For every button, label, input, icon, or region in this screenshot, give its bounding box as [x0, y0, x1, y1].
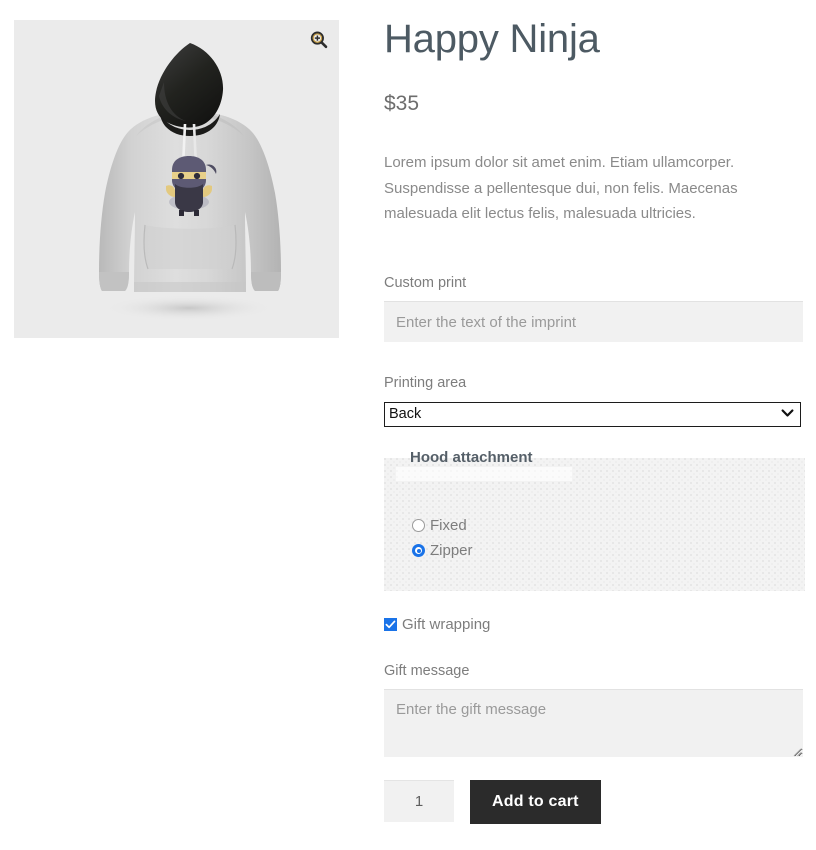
quantity-input[interactable] [384, 780, 454, 822]
hood-attachment-legend: Hood attachment [410, 448, 533, 466]
field-gift-message: Gift message [384, 662, 804, 757]
gift-message-label: Gift message [384, 662, 470, 679]
field-gift-wrapping[interactable]: Gift wrapping [384, 615, 804, 635]
custom-print-input[interactable] [384, 301, 803, 342]
chevron-down-icon [781, 403, 794, 426]
product-image[interactable] [14, 20, 339, 338]
custom-print-label: Custom print [384, 274, 467, 291]
field-printing-area: Printing area Back [384, 376, 804, 427]
radio-fixed-input[interactable] [412, 519, 425, 532]
legend-background-mask [396, 466, 572, 481]
gift-wrapping-checkbox[interactable] [384, 618, 397, 631]
product-price: $35 [384, 92, 420, 115]
product-summary: Happy Ninja $35 Lorem ipsum dolor sit am… [384, 0, 805, 824]
add-to-cart-form: Custom print Printing area Back [384, 227, 805, 824]
printing-area-label: Printing area [384, 375, 467, 391]
hood-attachment-radio-group: Fixed Zipper [384, 514, 805, 563]
cart-actions: Add to cart [384, 780, 804, 824]
gift-message-wrapper [384, 689, 803, 757]
product-page: Happy Ninja $35 Lorem ipsum dolor sit am… [0, 0, 816, 850]
product-gallery[interactable] [14, 20, 339, 338]
radio-fixed-label: Fixed [430, 517, 467, 534]
page-title: Happy Ninja [384, 17, 600, 61]
radio-zipper-label: Zipper [430, 542, 473, 559]
radio-zipper-input[interactable] [412, 544, 425, 557]
gift-message-textarea[interactable] [384, 689, 803, 757]
printing-area-selected-value: Back [389, 405, 422, 422]
zoom-in-magnifier-icon[interactable] [309, 30, 329, 50]
product-description: Lorem ipsum dolor sit amet enim. Etiam u… [384, 154, 738, 222]
add-to-cart-button[interactable]: Add to cart [470, 780, 601, 824]
radio-option-zipper[interactable]: Zipper [412, 539, 805, 563]
radio-option-fixed[interactable]: Fixed [412, 514, 805, 538]
printing-area-select[interactable]: Back [384, 401, 801, 427]
field-custom-print: Custom print [384, 274, 804, 342]
gift-wrapping-label: Gift wrapping [402, 616, 491, 633]
fieldset-hood-attachment: Hood attachment Fixed Zipper [384, 449, 805, 591]
